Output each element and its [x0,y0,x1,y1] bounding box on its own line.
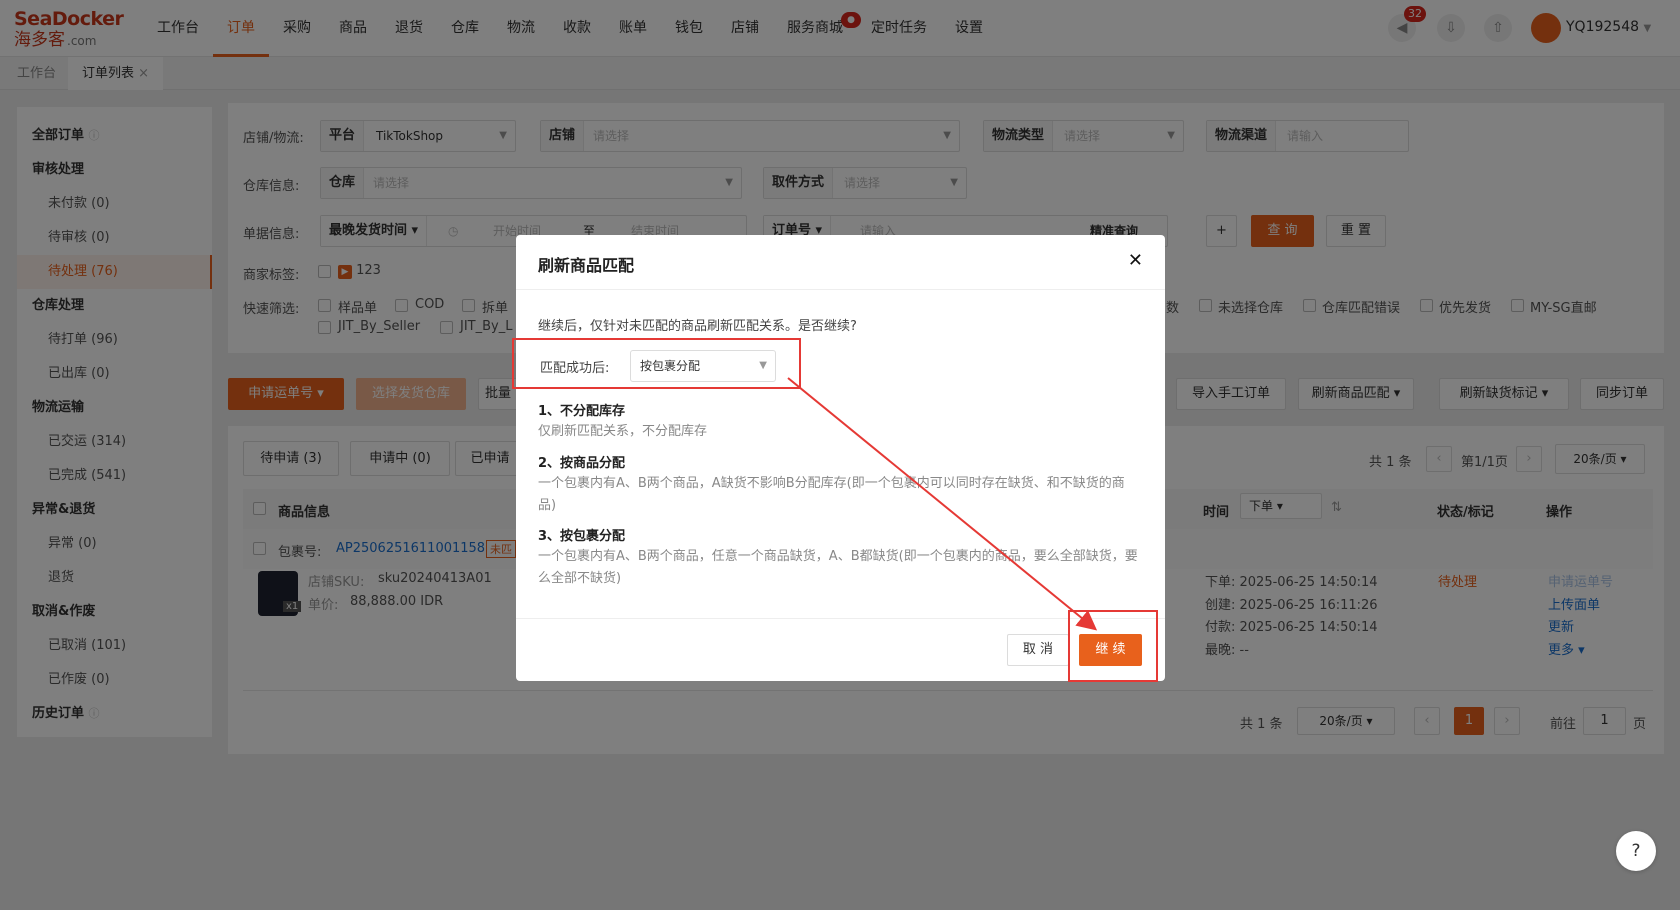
option-3-desc: 一个包裹内有A、B两个商品，任意一个商品缺货，A、B都缺货(即一个包裹内的商品，… [538,549,1138,586]
cancel-button[interactable]: 取 消 [1007,634,1069,666]
help-button[interactable]: ? [1616,831,1656,871]
dialog-divider [516,289,1165,290]
option-3-title: 3、按包裹分配 [538,529,626,544]
option-1-desc: 仅刷新匹配关系，不分配库存 [538,424,708,439]
highlight-continue-button [1068,610,1158,682]
dialog-intro: 继续后，仅针对未匹配的商品刷新匹配关系。是否继续? [538,319,857,334]
dialog-title: 刷新商品匹配 [538,256,635,275]
option-2-title: 2、按商品分配 [538,456,626,471]
option-2-desc: 一个包裹内有A、B两个商品，A缺货不影响B分配库存(即一个包裹内可以同时存在缺货… [538,476,1125,513]
option-1-title: 1、不分配库存 [538,404,626,419]
highlight-allocation-field [512,338,801,389]
close-icon[interactable]: ✕ [1128,250,1143,271]
